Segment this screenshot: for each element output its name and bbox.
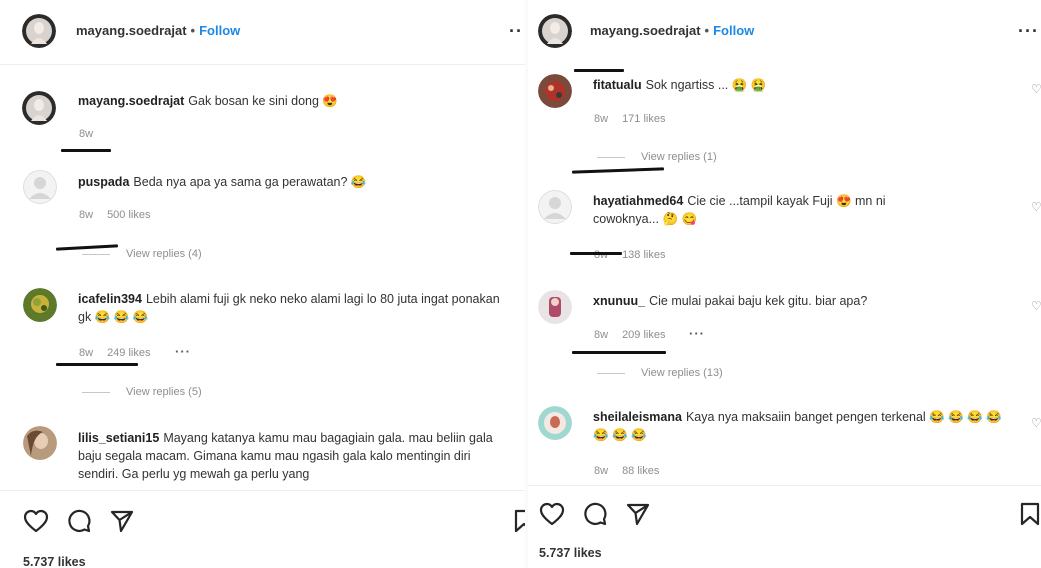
post-likes-count[interactable]: 5.737 likes xyxy=(539,546,602,560)
comment: fitatualu Sok ngartiss ... 🤮 🤮 xyxy=(593,76,1013,94)
caption-time: 8w xyxy=(79,128,94,140)
post-header: mayang.soedrajat • Follow ··· xyxy=(528,8,1041,54)
view-replies-label: View replies (13) xyxy=(641,367,723,379)
comment-time: 8w xyxy=(594,465,609,477)
comment-time: 8w xyxy=(594,329,609,341)
header-divider xyxy=(0,64,525,65)
comment-time: 8w xyxy=(79,209,94,221)
comment-likes[interactable]: 249 likes xyxy=(107,347,150,359)
comment-more-icon[interactable]: ··· xyxy=(175,344,191,359)
comment-username[interactable]: fitatualu xyxy=(593,78,642,92)
comment: puspada Beda nya apa ya sama ga perawatan… xyxy=(78,173,498,191)
comment-meta: 8w 500 likes xyxy=(79,209,164,221)
comment-heart-icon[interactable]: ♡ xyxy=(1031,416,1041,430)
comment: hayatiahmed64 Cie cie ...tampil kayak Fuj… xyxy=(593,192,953,228)
caption-text: Gak bosan ke sini dong 😍 xyxy=(188,94,338,108)
comment-icon[interactable] xyxy=(581,500,609,528)
replies-dash xyxy=(82,253,110,255)
comment-heart-icon[interactable]: ♡ xyxy=(1031,200,1041,214)
view-replies-button[interactable]: View replies (13) xyxy=(597,367,723,379)
follow-button[interactable]: Follow xyxy=(713,23,754,38)
comment-username[interactable]: puspada xyxy=(78,175,129,189)
comment-heart-icon[interactable]: ♡ xyxy=(1031,299,1041,313)
comment-avatar[interactable] xyxy=(538,290,572,324)
header-separator: • xyxy=(704,23,710,38)
comment-avatar[interactable] xyxy=(538,406,572,440)
view-replies-button[interactable]: View replies (5) xyxy=(82,386,202,398)
comment: icafelin394 Lebih alami fuji gk neko neko… xyxy=(78,290,503,326)
heart-icon[interactable] xyxy=(538,500,566,528)
redaction-line xyxy=(574,69,624,72)
share-icon[interactable] xyxy=(108,507,136,535)
view-replies-button[interactable]: View replies (1) xyxy=(597,151,717,163)
replies-dash xyxy=(597,156,625,158)
comment: sheilaleismana Kaya nya maksaiin banget p… xyxy=(593,408,1013,444)
redaction-line xyxy=(571,167,665,174)
comment-username[interactable]: lilis_setiani15 xyxy=(78,431,159,445)
comment-text: Beda nya apa ya sama ga perawatan? 😂 xyxy=(133,175,367,189)
more-options-icon[interactable]: ··· xyxy=(1018,21,1039,42)
redaction-line xyxy=(56,363,138,366)
profile-avatar[interactable] xyxy=(538,14,572,48)
follow-button[interactable]: Follow xyxy=(199,23,240,38)
replies-dash xyxy=(82,391,110,393)
redaction-line xyxy=(572,351,666,354)
comment-likes[interactable]: 171 likes xyxy=(622,113,665,125)
action-bar: 5.737 likes xyxy=(0,490,525,568)
profile-avatar[interactable] xyxy=(22,14,56,48)
redaction-line xyxy=(61,149,111,152)
bookmark-icon[interactable] xyxy=(1016,500,1041,528)
redaction-line xyxy=(570,252,622,255)
comment-avatar[interactable] xyxy=(23,288,57,322)
comment-username[interactable]: xnunuu_ xyxy=(593,294,645,308)
header-separator: • xyxy=(190,23,196,38)
right-post-panel: mayang.soedrajat • Follow ··· fitatualu Sok… xyxy=(528,0,1041,568)
heart-icon[interactable] xyxy=(22,507,50,535)
comment-username[interactable]: icafelin394 xyxy=(78,292,142,306)
caption-username[interactable]: mayang.soedrajat xyxy=(78,94,184,108)
comment-heart-icon[interactable]: ♡ xyxy=(1031,82,1041,96)
comment-avatar[interactable] xyxy=(23,170,57,204)
view-replies-button[interactable]: View replies (4) xyxy=(82,248,202,260)
view-replies-label: View replies (5) xyxy=(126,386,202,398)
comment-more-icon[interactable]: ··· xyxy=(689,326,705,341)
post-likes-count[interactable]: 5.737 likes xyxy=(23,555,86,568)
comment-time: 8w xyxy=(79,347,94,359)
comment-text: Cie mulai pakai baju kek gitu. biar apa? xyxy=(649,294,868,308)
comment-avatar[interactable] xyxy=(538,74,572,108)
comment-meta: 8w 209 likes xyxy=(594,329,679,341)
comment-icon[interactable] xyxy=(65,507,93,535)
comment-username[interactable]: sheilaleismana xyxy=(593,410,682,424)
header-username[interactable]: mayang.soedrajat xyxy=(590,23,701,38)
comment-meta: 8w 249 likes xyxy=(79,347,164,359)
more-options-icon[interactable]: ·· xyxy=(509,21,523,42)
comment-time: 8w xyxy=(594,113,609,125)
bookmark-icon[interactable] xyxy=(510,507,525,535)
view-replies-label: View replies (1) xyxy=(641,151,717,163)
header-username[interactable]: mayang.soedrajat xyxy=(76,23,187,38)
comment-avatar[interactable] xyxy=(23,426,57,460)
caption-meta: 8w xyxy=(79,128,107,140)
replies-dash xyxy=(597,372,625,374)
view-replies-label: View replies (4) xyxy=(126,248,202,260)
comment: lilis_setiani15 Mayang katanya kamu mau b… xyxy=(78,429,503,483)
comment-avatar[interactable] xyxy=(538,190,572,224)
comment-meta: 8w 171 likes xyxy=(594,113,679,125)
comment-meta: 8w 138 likes xyxy=(594,249,679,261)
comment-username[interactable]: hayatiahmed64 xyxy=(593,194,683,208)
left-post-panel: mayang.soedrajat • Follow ·· mayang.soedra… xyxy=(0,0,525,568)
action-bar: 5.737 likes xyxy=(528,485,1041,564)
comment-likes[interactable]: 500 likes xyxy=(107,209,150,221)
comment-meta: 8w 88 likes xyxy=(594,465,673,477)
comment-likes[interactable]: 209 likes xyxy=(622,329,665,341)
share-icon[interactable] xyxy=(624,500,652,528)
caption: mayang.soedrajat Gak bosan ke sini dong 😍 xyxy=(78,92,498,110)
comment: xnunuu_ Cie mulai pakai baju kek gitu. bi… xyxy=(593,292,1013,310)
comment-likes[interactable]: 138 likes xyxy=(622,249,665,261)
comment-likes[interactable]: 88 likes xyxy=(622,465,659,477)
comment-time: 8w xyxy=(594,249,609,261)
post-header: mayang.soedrajat • Follow ·· xyxy=(0,8,525,54)
comment-text: Sok ngartiss ... 🤮 🤮 xyxy=(645,78,767,92)
caption-avatar[interactable] xyxy=(22,91,56,125)
